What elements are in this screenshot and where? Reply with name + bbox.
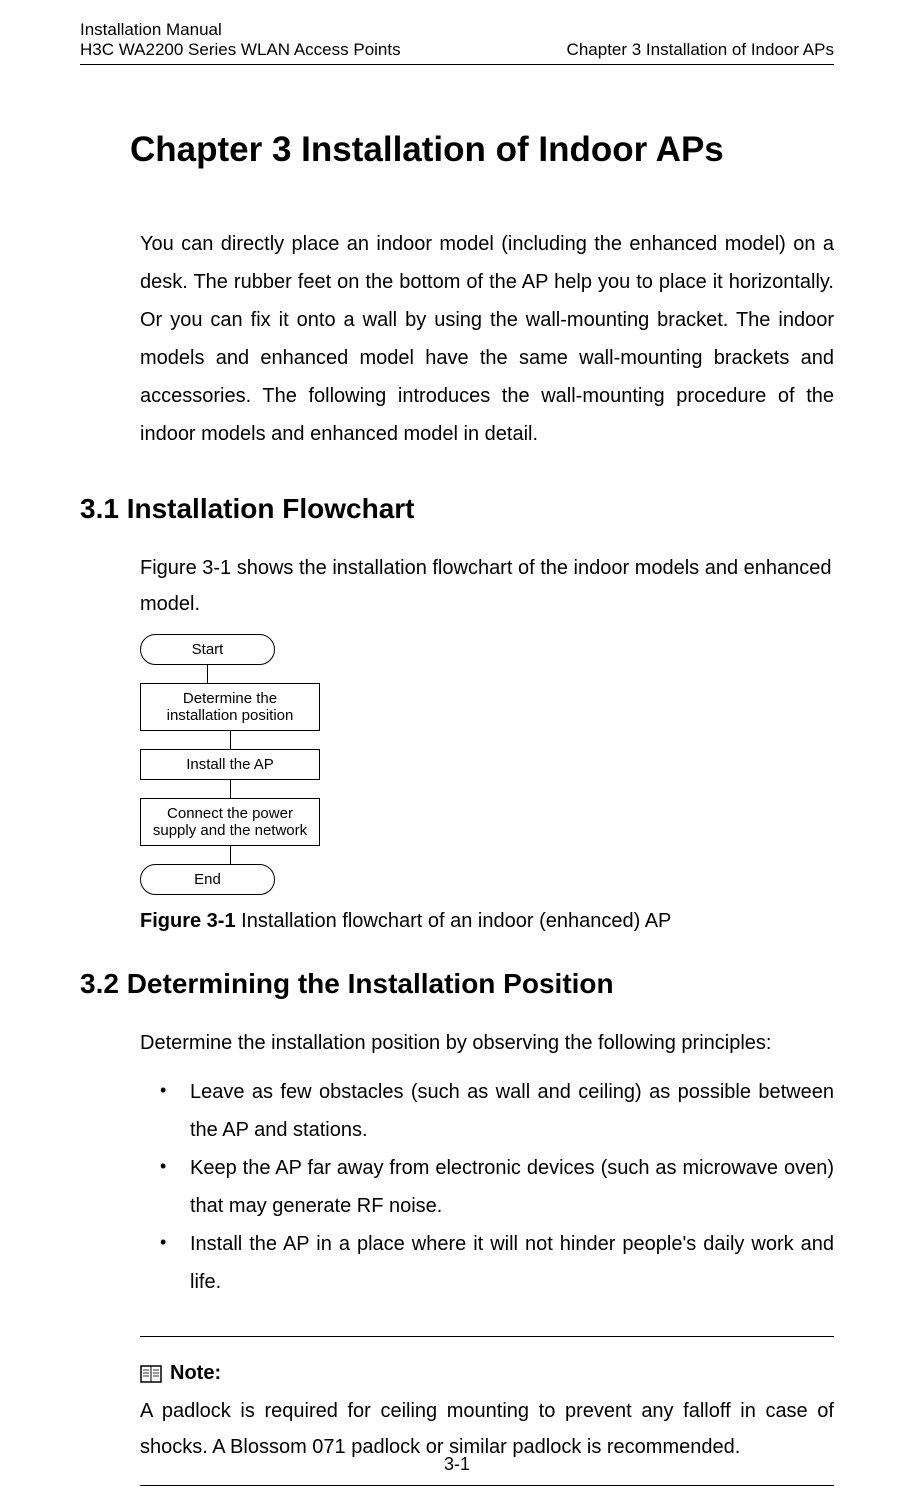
header-left: Installation Manual H3C WA2200 Series WL… [80,20,401,60]
note-title: Note: [140,1362,834,1385]
chapter-title: Chapter 3 Installation of Indoor APs [130,130,834,170]
figure-text: Installation flowchart of an indoor (enh… [236,910,672,932]
list-item: Leave as few obstacles (such as wall and… [140,1073,834,1149]
flowchart-start: Start [140,634,275,665]
intro-paragraph: You can directly place an indoor model (… [140,225,834,453]
flowchart-step1: Determine the installation position [140,683,320,731]
book-icon [140,1365,162,1383]
bullet-list: Leave as few obstacles (such as wall and… [140,1073,834,1301]
page-header: Installation Manual H3C WA2200 Series WL… [80,20,834,65]
flowchart-connector [207,665,208,683]
section-3-2-heading: 3.2 Determining the Installation Positio… [80,968,834,1000]
flowchart-end: End [140,864,275,895]
section-3-2-para: Determine the installation position by o… [140,1025,834,1061]
flowchart-step3: Connect the power supply and the network [140,798,320,846]
page-number: 3-1 [0,1454,914,1475]
section-3-1-para: Figure 3-1 shows the installation flowch… [140,550,834,622]
flowchart-step2: Install the AP [140,749,320,780]
flowchart-connector [230,780,231,798]
header-right: Chapter 3 Installation of Indoor APs [567,40,834,60]
figure-caption: Figure 3-1 Installation flowchart of an … [140,910,834,933]
section-3-1-heading: 3.1 Installation Flowchart [80,493,834,525]
header-line2: H3C WA2200 Series WLAN Access Points [80,40,401,60]
flowchart-connector [230,731,231,749]
figure-label: Figure 3-1 [140,910,236,932]
header-line1: Installation Manual [80,20,401,40]
flowchart-connector [230,846,231,864]
list-item: Keep the AP far away from electronic dev… [140,1149,834,1225]
flowchart: Start Determine the installation positio… [140,634,834,895]
list-item: Install the AP in a place where it will … [140,1225,834,1301]
note-label: Note: [170,1362,221,1385]
